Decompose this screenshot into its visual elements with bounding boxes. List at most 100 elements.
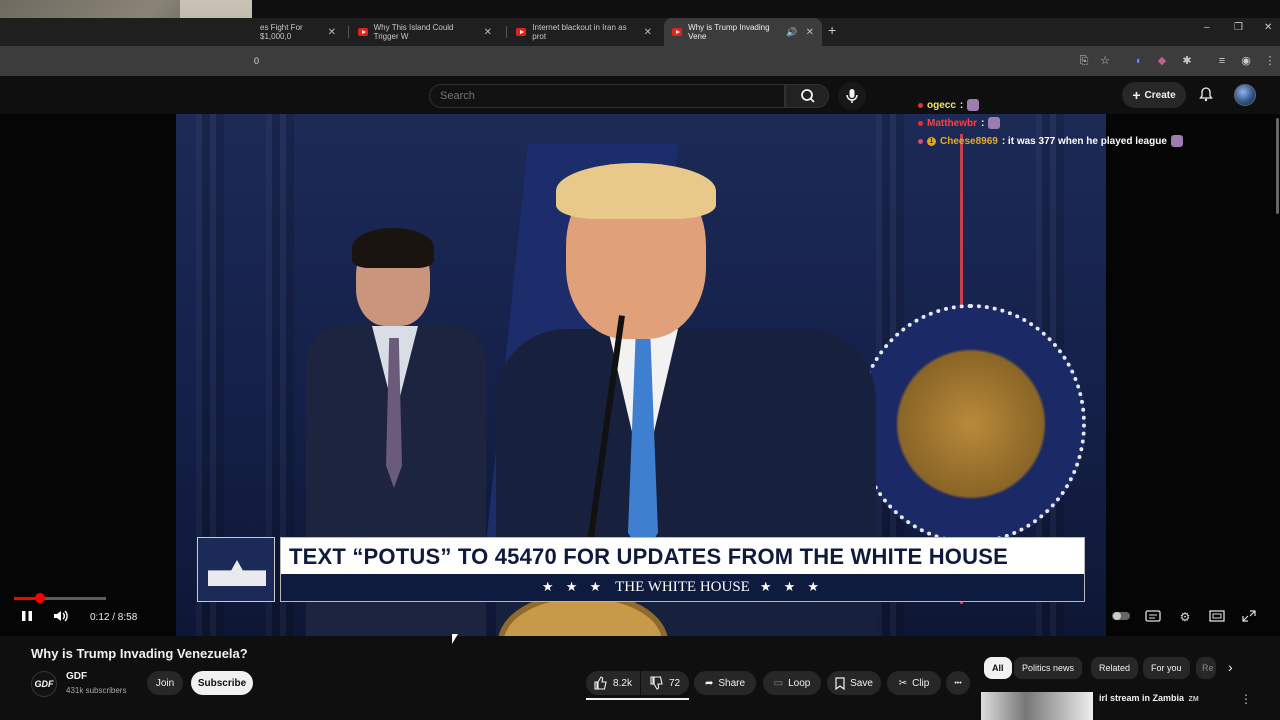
banner-strip-label: THE WHITE HOUSE bbox=[615, 579, 750, 595]
chat-username: Cheese8969 bbox=[940, 135, 998, 147]
mouse-cursor-icon bbox=[452, 634, 458, 644]
emote-icon bbox=[988, 117, 1001, 129]
profile-icon[interactable]: ◉ bbox=[1239, 54, 1253, 68]
theater-mode-icon[interactable] bbox=[1208, 610, 1226, 624]
media-controls-icon[interactable]: ≡ bbox=[1215, 54, 1229, 68]
join-button[interactable]: Join bbox=[147, 671, 183, 695]
like-ratio-bar bbox=[586, 698, 689, 700]
close-icon[interactable]: ✕ bbox=[806, 27, 814, 38]
dislike-button[interactable]: 72 bbox=[641, 671, 689, 695]
clip-button[interactable]: ✂ Clip bbox=[887, 671, 941, 695]
chat-message: Matthewbr : bbox=[918, 114, 1268, 132]
like-count: 8.2k bbox=[613, 677, 632, 689]
stream-chat-overlay: ogecc : Matthewbr : 1 Cheese8969 : it wa… bbox=[918, 96, 1268, 150]
tab-label: Why is Trump Invading Vene bbox=[688, 23, 770, 41]
time-display: 0:12 / 8:58 bbox=[90, 612, 138, 623]
clip-label: Clip bbox=[912, 677, 930, 689]
chip-for-you[interactable]: For you bbox=[1143, 657, 1190, 679]
volume-button[interactable] bbox=[52, 609, 70, 626]
browser-menu-icon[interactable]: ⋮ bbox=[1263, 54, 1277, 68]
search-input[interactable] bbox=[429, 84, 785, 108]
dot-icon bbox=[918, 120, 923, 126]
speaker-icon[interactable]: 🔊 bbox=[786, 27, 797, 38]
youtube-icon bbox=[516, 28, 527, 36]
close-icon[interactable]: ✕ bbox=[484, 27, 492, 38]
video-player[interactable]: TEXT “POTUS” TO 45470 FOR UPDATES FROM T… bbox=[0, 114, 1280, 636]
subscribe-label: Subscribe bbox=[197, 677, 247, 689]
scissors-icon: ✂ bbox=[898, 677, 908, 689]
badge-icon: 1 bbox=[927, 136, 936, 146]
youtube-icon bbox=[672, 28, 683, 36]
search-icon bbox=[801, 89, 815, 103]
loop-button[interactable]: ▭ Loop bbox=[763, 671, 821, 695]
close-icon[interactable]: ✕ bbox=[644, 27, 652, 38]
more-actions-button[interactable]: ••• bbox=[946, 671, 970, 695]
loop-icon: ▭ bbox=[773, 677, 784, 689]
captions-icon[interactable] bbox=[1144, 610, 1162, 624]
thumbs-down-icon bbox=[650, 676, 663, 690]
tab-label: es Fight For $1,000,0 bbox=[260, 23, 303, 41]
url-field[interactable]: 0 bbox=[254, 56, 259, 66]
pause-button[interactable] bbox=[20, 609, 34, 626]
bookmark-star-icon[interactable]: ☆ bbox=[1098, 54, 1112, 68]
chat-text: : it was 377 when he played league bbox=[1001, 135, 1167, 147]
thumbs-up-icon bbox=[594, 676, 607, 690]
fullscreen-icon[interactable] bbox=[1240, 610, 1258, 624]
browser-tab-active[interactable]: Why is Trump Invading Vene 🔊 ✕ bbox=[664, 18, 822, 46]
new-tab-button[interactable]: + bbox=[828, 22, 836, 38]
dot-icon bbox=[918, 138, 923, 144]
video-title: Why is Trump Invading Venezuela? bbox=[31, 646, 248, 661]
scrollbar[interactable] bbox=[1276, 118, 1279, 214]
browser-tab[interactable]: Why This Island Could Trigger W ✕ bbox=[350, 18, 500, 46]
toggle-icon bbox=[1112, 612, 1130, 620]
recommended-thumbnail[interactable] bbox=[981, 692, 1093, 720]
channel-name[interactable]: GDF bbox=[66, 671, 87, 682]
chip-related[interactable]: Related bbox=[1091, 657, 1139, 679]
window-close-button[interactable]: ✕ bbox=[1264, 22, 1272, 33]
join-label: Join bbox=[155, 677, 175, 689]
more-vert-icon[interactable]: ⋮ bbox=[1240, 692, 1252, 706]
settings-gear-icon[interactable]: ⚙ bbox=[1176, 610, 1194, 624]
minimize-button[interactable]: – bbox=[1204, 22, 1210, 33]
channel-avatar[interactable]: GDF bbox=[31, 671, 57, 697]
presidential-seal bbox=[856, 304, 1086, 544]
chip-all[interactable]: All bbox=[984, 657, 1012, 679]
loop-label: Loop bbox=[788, 677, 811, 689]
autoplay-toggle[interactable] bbox=[1112, 610, 1130, 624]
browser-tab[interactable]: es Fight For $1,000,0 ✕ bbox=[252, 18, 344, 46]
stars-icon: ★ ★ ★ bbox=[759, 580, 824, 595]
search-button[interactable] bbox=[785, 84, 829, 108]
dot-icon bbox=[918, 102, 923, 108]
close-icon[interactable]: ✕ bbox=[328, 27, 336, 38]
share-button[interactable]: ➦ Share bbox=[694, 671, 756, 695]
voice-search-button[interactable] bbox=[838, 82, 866, 110]
pause-icon bbox=[22, 611, 32, 621]
subscribe-button[interactable]: Subscribe bbox=[191, 671, 253, 695]
chip-politics-news[interactable]: Politics news bbox=[1014, 657, 1083, 679]
youtube-icon bbox=[358, 28, 368, 36]
emote-icon bbox=[967, 99, 980, 111]
extension-icon[interactable]: ◆ bbox=[1155, 54, 1169, 68]
browser-tab-strip: es Fight For $1,000,0 ✕ Why This Island … bbox=[0, 18, 1280, 46]
chevron-right-icon[interactable]: › bbox=[1228, 659, 1233, 675]
volume-icon bbox=[54, 610, 68, 622]
share-label: Share bbox=[718, 677, 746, 689]
puzzle-icon[interactable]: ✱ bbox=[1180, 54, 1194, 68]
stars-icon: ★ ★ ★ bbox=[541, 580, 606, 595]
progress-handle[interactable] bbox=[34, 593, 45, 603]
lower-third-banner: TEXT “POTUS” TO 45470 FOR UPDATES FROM T… bbox=[197, 537, 1085, 602]
maximize-button[interactable]: ❐ bbox=[1234, 22, 1243, 33]
microphone-icon bbox=[846, 89, 858, 103]
recommended-title[interactable]: irl stream in Zambia ZM bbox=[1099, 693, 1199, 703]
dislike-count: 72 bbox=[668, 677, 681, 689]
progress-bar[interactable] bbox=[14, 593, 106, 603]
chat-message: ogecc : bbox=[918, 96, 1268, 114]
save-label: Save bbox=[850, 677, 873, 689]
save-button[interactable]: Save bbox=[827, 671, 881, 695]
chat-message: 1 Cheese8969 : it was 377 when he played… bbox=[918, 132, 1268, 150]
browser-tab[interactable]: Internet blackout in Iran as prot ✕ bbox=[508, 18, 660, 46]
extension-icon[interactable]: ◖ bbox=[1131, 54, 1145, 68]
chip-recent[interactable]: Re bbox=[1196, 657, 1216, 679]
like-button[interactable]: 8.2k bbox=[586, 671, 640, 695]
install-app-icon[interactable]: ⎘ bbox=[1077, 54, 1091, 68]
